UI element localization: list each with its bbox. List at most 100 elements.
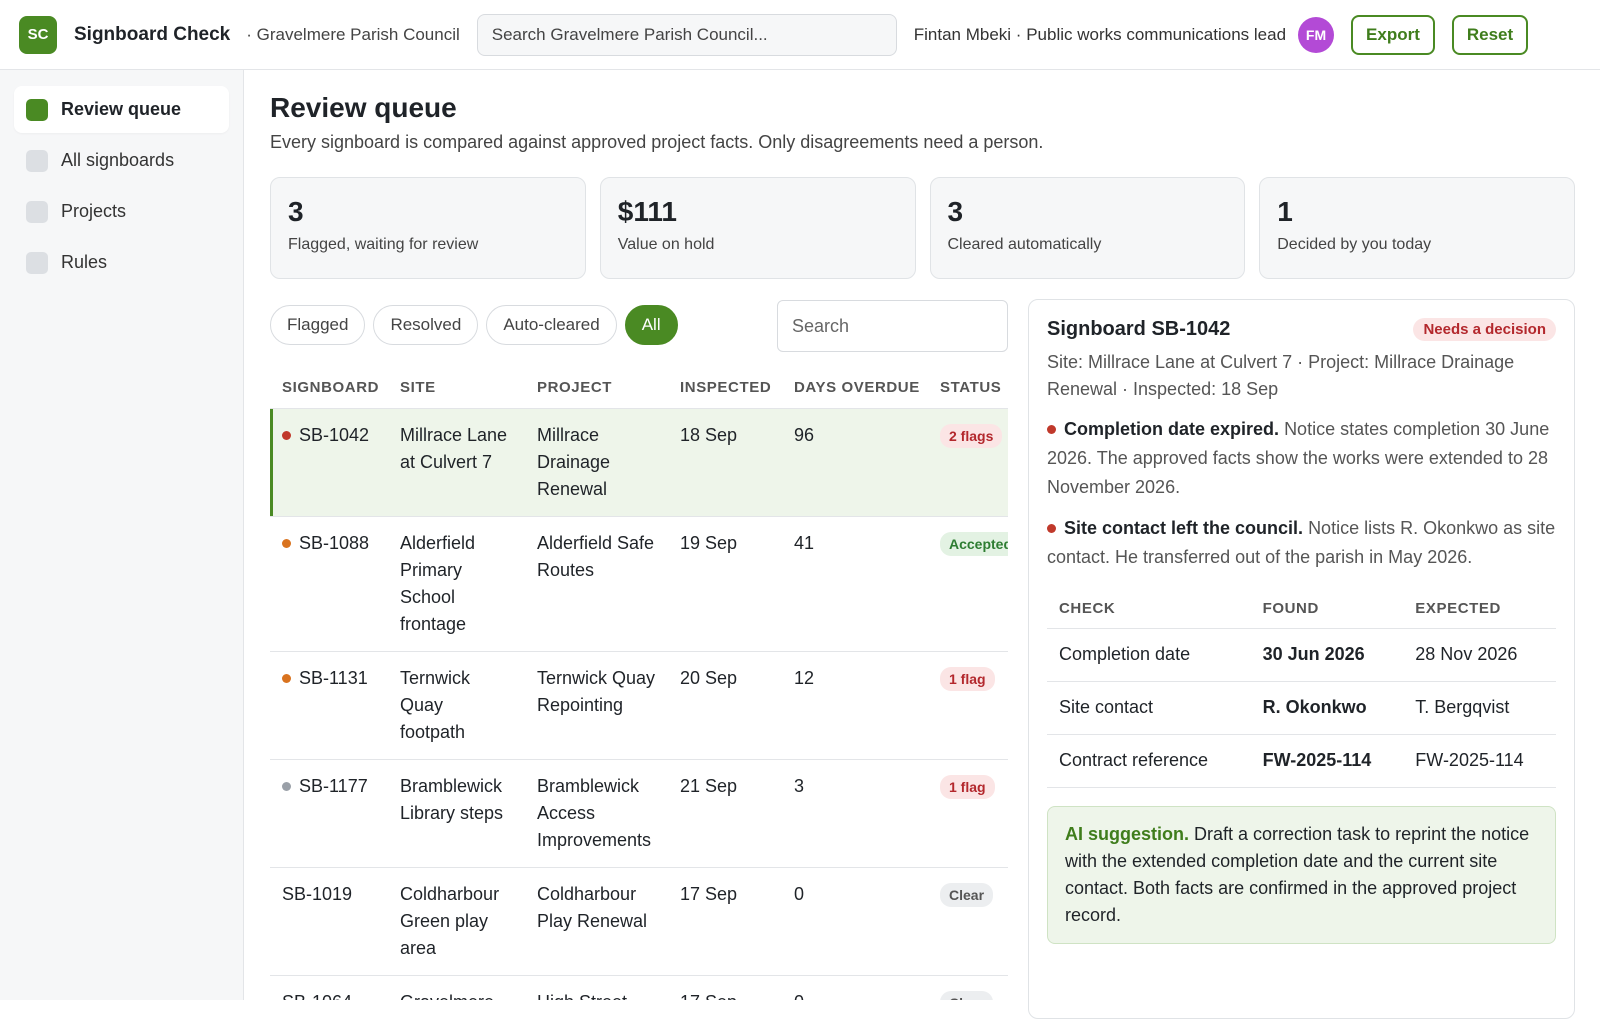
cell-signboard: SB-1177 [270, 759, 388, 868]
cell-days-overdue: 12 [782, 651, 928, 760]
issue-title: Site contact left the council. [1064, 518, 1304, 538]
ai-suggestion-label: AI suggestion. [1065, 823, 1190, 844]
export-button[interactable]: Export [1351, 14, 1435, 55]
cell-site: Ternwick Quay footpath [388, 651, 525, 760]
table-row[interactable]: SB-1131 Ternwick Quay footpath Ternwick … [270, 651, 1008, 760]
queue-search-input[interactable] [777, 300, 1008, 352]
severity-dot [282, 673, 291, 683]
cell-check: Completion date [1047, 628, 1251, 682]
cell-project: Bramblewick Access Improvements [525, 759, 668, 868]
filter-resolved[interactable]: Resolved [373, 305, 479, 345]
sidebar-item-review-queue[interactable]: Review queue [14, 86, 229, 133]
table-row: Completion date 30 Jun 2026 28 Nov 2026 [1047, 628, 1556, 682]
stat-value: 1 [1277, 196, 1293, 227]
top-bar: SC Signboard Check · Gravelmere Parish C… [0, 0, 1600, 70]
cell-status: 1 flag [928, 651, 1008, 760]
cell-days-overdue: 3 [782, 759, 928, 868]
app-logo: SC [19, 15, 57, 54]
avatar[interactable]: FM [1298, 16, 1335, 53]
signboard-id: SB-1177 [299, 775, 368, 796]
severity-dot [282, 430, 291, 440]
sidebar-item-projects[interactable]: Projects [14, 188, 229, 235]
col-signboard[interactable]: SIGNBOARD [270, 368, 388, 409]
table-row[interactable]: SB-1064 Gravelmere High Street 17 Sep 0 … [270, 975, 1008, 1000]
sidebar-item-label: Review queue [61, 99, 182, 119]
cell-check: Site contact [1047, 681, 1251, 735]
ai-suggestion: AI suggestion. Draft a correction task t… [1047, 805, 1556, 944]
stat-label: Flagged, waiting for review [288, 236, 479, 253]
cell-status: 1 flag [928, 759, 1008, 868]
cell-inspected: 17 Sep [668, 975, 782, 1000]
cell-signboard: SB-1131 [270, 651, 388, 760]
cell-expected: FW-2025-114 [1403, 734, 1556, 788]
table-row[interactable]: SB-1019 Coldharbour Green play area Cold… [270, 867, 1008, 976]
filter-chips: Flagged Resolved Auto-cleared All [270, 305, 678, 345]
col-status[interactable]: STATUS [928, 368, 1008, 409]
rules-icon [26, 251, 48, 274]
detail-title: Signboard SB-1042 [1047, 318, 1231, 340]
col-expected: EXPECTED [1403, 590, 1556, 629]
queue-table: SIGNBOARD SITE PROJECT INSPECTED DAYS OV… [270, 368, 1008, 1000]
severity-dot [282, 538, 291, 548]
reset-button[interactable]: Reset [1451, 14, 1529, 55]
stats-row: 3 Flagged, waiting for review $111 Value… [270, 177, 1575, 279]
detail-meta: Site: Millrace Lane at Culvert 7 · Proje… [1047, 352, 1515, 399]
col-days-overdue[interactable]: DAYS OVERDUE [782, 368, 928, 409]
issue-title: Completion date expired. [1064, 419, 1280, 439]
issue-item: Completion date expired. Notice states c… [1047, 415, 1556, 502]
cell-signboard: SB-1064 [270, 975, 388, 1000]
table-row: Contract reference FW-2025-114 FW-2025-1… [1047, 734, 1556, 788]
stat-card-value-on-hold: $111 Value on hold [599, 177, 916, 279]
status-badge: Needs a decision [1413, 318, 1556, 341]
cell-site: Bramblewick Library steps [388, 759, 525, 868]
issue-item: Site contact left the council. Notice li… [1047, 514, 1556, 572]
cell-found: FW-2025-114 [1250, 734, 1404, 788]
stat-label: Decided by you today [1277, 236, 1432, 253]
stat-card-flagged: 3 Flagged, waiting for review [270, 177, 586, 279]
cell-project: Alderfield Safe Routes [525, 516, 668, 652]
table-row[interactable]: SB-1177 Bramblewick Library steps Brambl… [270, 759, 1008, 868]
stat-value: 3 [947, 196, 964, 227]
cell-signboard: SB-1088 [270, 516, 388, 652]
projects-icon [26, 200, 48, 223]
cell-status: Accepted [928, 516, 1008, 652]
org-name: · Gravelmere Parish Council [246, 24, 460, 44]
col-project[interactable]: PROJECT [525, 368, 668, 409]
checks-table: CHECK FOUND EXPECTED Completion date 30 … [1047, 590, 1556, 788]
filter-flagged[interactable]: Flagged [270, 305, 366, 345]
col-found: FOUND [1250, 590, 1404, 629]
detail-panel: Signboard SB-1042 Needs a decision Site:… [1028, 299, 1575, 1019]
filter-all[interactable]: All [624, 305, 678, 345]
status-badge: 1 flag [940, 774, 995, 799]
global-search-input[interactable] [476, 13, 897, 56]
cell-signboard: SB-1019 [270, 867, 388, 976]
col-site[interactable]: SITE [388, 368, 525, 409]
sidebar-item-label: Projects [61, 201, 127, 221]
cell-inspected: 21 Sep [668, 759, 782, 868]
sidebar-item-rules[interactable]: Rules [14, 239, 229, 286]
table-row[interactable]: SB-1042 Millrace Lane at Culvert 7 Millr… [270, 408, 1008, 517]
cell-status: Clear [928, 975, 1008, 1000]
cell-project: Millrace Drainage Renewal [525, 408, 668, 517]
user-name: Fintan Mbeki · Public works communicatio… [913, 24, 1287, 44]
status-badge: 1 flag [940, 666, 995, 691]
status-badge: Clear [940, 882, 994, 907]
cell-expected: T. Bergqvist [1403, 681, 1556, 735]
status-badge: 2 flags [940, 423, 1003, 448]
col-inspected[interactable]: INSPECTED [668, 368, 782, 409]
filter-auto-cleared[interactable]: Auto-cleared [486, 305, 617, 345]
cell-days-overdue: 0 [782, 975, 928, 1000]
main-content: Review queue Every signboard is compared… [270, 70, 1575, 1019]
signboard-id: SB-1131 [299, 667, 368, 688]
stat-label: Value on hold [617, 236, 715, 253]
cell-project: Ternwick Quay Repointing [525, 651, 668, 760]
sidebar-item-all-signboards[interactable]: All signboards [14, 137, 229, 184]
cell-site: Gravelmere [388, 975, 525, 1000]
cell-project: High Street [525, 975, 668, 1000]
detail-header: Signboard SB-1042 Needs a decision [1047, 318, 1556, 341]
cell-site: Coldharbour Green play area [388, 867, 525, 976]
signboard-id: SB-1042 [299, 424, 370, 445]
table-row[interactable]: SB-1088 Alderfield Primary School fronta… [270, 516, 1008, 652]
cell-inspected: 19 Sep [668, 516, 782, 652]
stat-card-decided: 1 Decided by you today [1259, 177, 1575, 279]
